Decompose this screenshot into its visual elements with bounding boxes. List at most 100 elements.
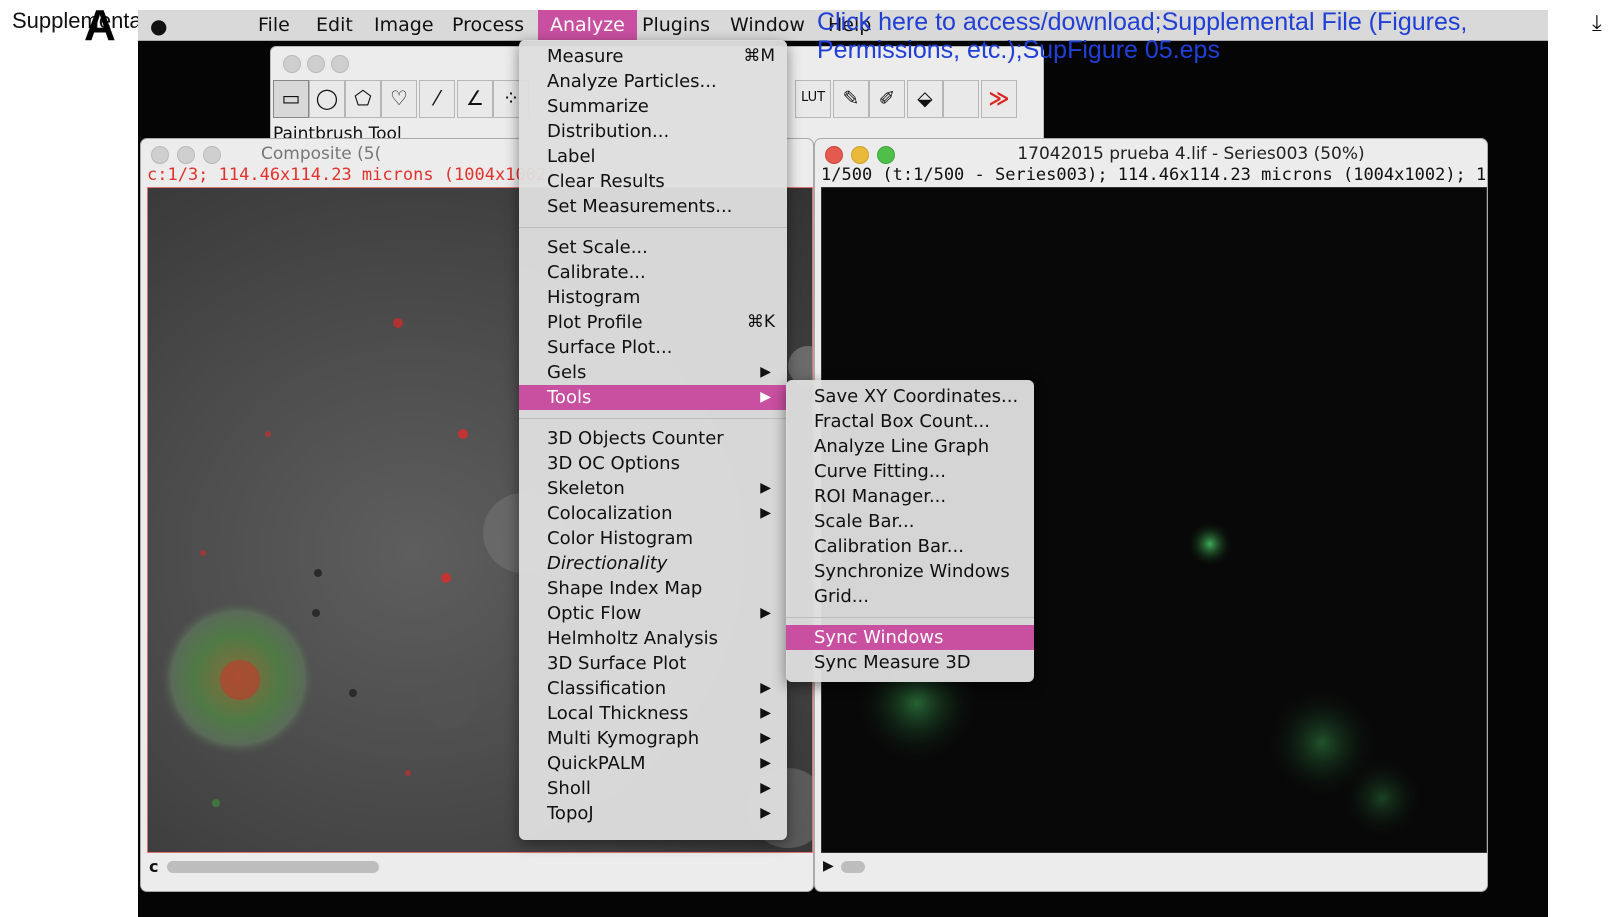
menu-window[interactable]: Window — [730, 14, 805, 36]
tools-item-label: Save XY Coordinates... — [814, 386, 1019, 407]
analyze-item-label[interactable]: Label — [519, 144, 787, 169]
tools-item-calibration-bar[interactable]: Calibration Bar... — [786, 534, 1034, 559]
analyze-item-label: Clear Results — [547, 171, 665, 192]
analyze-item-plot-profile[interactable]: Plot Profile ⌘K — [519, 310, 787, 335]
analyze-item-label: Colocalization — [547, 503, 673, 524]
tools-item-save-xy-coordinates[interactable]: Save XY Coordinates... — [786, 384, 1034, 409]
analyze-item-clear-results[interactable]: Clear Results — [519, 169, 787, 194]
frame-scrollbar[interactable] — [841, 861, 865, 873]
analyze-item-label: Label — [547, 146, 596, 167]
menu-process[interactable]: Process — [452, 14, 524, 36]
menu-image[interactable]: Image — [374, 14, 434, 36]
close-button[interactable] — [283, 55, 301, 73]
polygon-tool-icon[interactable]: ⬠ — [345, 80, 381, 118]
angle-tool-icon[interactable]: ∠ — [457, 80, 493, 118]
analyze-item-gels[interactable]: Gels ▶ — [519, 360, 787, 385]
analyze-item-label: 3D Objects Counter — [547, 428, 724, 449]
apple-icon[interactable]: ● — [150, 14, 167, 38]
imagej-screenshot: ● File Edit Image Process Analyze Plugin… — [138, 10, 1548, 917]
analyze-item-shape-index-map[interactable]: Shape Index Map — [519, 576, 787, 601]
analyze-item-helmholtz-analysis[interactable]: Helmholtz Analysis — [519, 626, 787, 651]
analyze-item-analyze-particles[interactable]: Analyze Particles... — [519, 69, 787, 94]
analyze-item-topoj[interactable]: TopoJ ▶ — [519, 801, 787, 826]
play-icon[interactable]: ▶ — [823, 857, 834, 874]
analyze-item-3d-surface-plot[interactable]: 3D Surface Plot — [519, 651, 787, 676]
analyze-item-color-histogram[interactable]: Color Histogram — [519, 526, 787, 551]
tools-item-roi-manager[interactable]: ROI Manager... — [786, 484, 1034, 509]
menu-plugins[interactable]: Plugins — [642, 14, 710, 36]
tools-item-synchronize-windows[interactable]: Synchronize Windows — [786, 559, 1034, 584]
analyze-item-set-measurements[interactable]: Set Measurements... — [519, 194, 787, 219]
analyze-item-label: Skeleton — [547, 478, 625, 499]
tools-item-fractal-box-count[interactable]: Fractal Box Count... — [786, 409, 1034, 434]
download-link[interactable]: Click here to access/download;Supplement… — [817, 8, 1537, 64]
menu-separator — [786, 617, 1034, 618]
analyze-item-calibrate[interactable]: Calibrate... — [519, 260, 787, 285]
analyze-item-label: Set Measurements... — [547, 196, 733, 217]
analyze-item-local-thickness[interactable]: Local Thickness ▶ — [519, 701, 787, 726]
analyze-item-tools[interactable]: Tools ▶ — [519, 385, 787, 410]
minimize-button[interactable] — [307, 55, 325, 73]
oval-tool-icon[interactable]: ◯ — [309, 80, 345, 118]
more-tools-button[interactable]: ≫ — [981, 80, 1017, 118]
analyze-item-surface-plot[interactable]: Surface Plot... — [519, 335, 787, 360]
paintbrush-tool-icon[interactable]: ✐ — [869, 80, 905, 118]
panel-letter: A — [84, 1, 116, 50]
flood-fill-tool-icon[interactable]: ⬙ — [907, 80, 943, 118]
analyze-item-quickpalm[interactable]: QuickPALM ▶ — [519, 751, 787, 776]
tools-item-grid[interactable]: Grid... — [786, 584, 1034, 609]
empty-tool-slot[interactable] — [943, 80, 979, 118]
zoom-button[interactable] — [331, 55, 349, 73]
window-close-button[interactable] — [151, 146, 169, 164]
lut-tool[interactable]: LUT — [795, 80, 831, 118]
analyze-item-histogram[interactable]: Histogram — [519, 285, 787, 310]
rectangle-tool-icon[interactable]: ▭ — [273, 80, 309, 118]
tools-item-label: Grid... — [814, 586, 869, 607]
submenu-arrow-icon: ▶ — [760, 364, 771, 380]
analyze-item-3d-objects-counter[interactable]: 3D Objects Counter — [519, 426, 787, 451]
analyze-item-label: Classification — [547, 678, 667, 699]
analyze-item-summarize[interactable]: Summarize — [519, 94, 787, 119]
pencil-tool-icon[interactable]: ✎ — [833, 80, 869, 118]
analyze-item-skeleton[interactable]: Skeleton ▶ — [519, 476, 787, 501]
analyze-item-colocalization[interactable]: Colocalization ▶ — [519, 501, 787, 526]
analyze-item-label: Helmholtz Analysis — [547, 628, 718, 649]
shortcut-label: ⌘K — [746, 312, 775, 332]
tools-submenu: Save XY Coordinates... Fractal Box Count.… — [786, 380, 1034, 682]
channel-scrollbar[interactable] — [167, 861, 379, 873]
tools-item-analyze-line-graph[interactable]: Analyze Line Graph — [786, 434, 1034, 459]
analyze-item-label: TopoJ — [547, 803, 594, 824]
analyze-item-label: Analyze Particles... — [547, 71, 717, 92]
window-minimize-button[interactable] — [177, 146, 195, 164]
analyze-item-measure[interactable]: Measure ⌘M — [519, 44, 787, 69]
menu-analyze[interactable]: Analyze — [538, 10, 637, 40]
submenu-arrow-icon: ▶ — [760, 805, 771, 821]
submenu-arrow-icon: ▶ — [760, 480, 771, 496]
analyze-item-classification[interactable]: Classification ▶ — [519, 676, 787, 701]
tools-item-scale-bar[interactable]: Scale Bar... — [786, 509, 1034, 534]
menu-file[interactable]: File — [258, 14, 290, 36]
analyze-item-label: Distribution... — [547, 121, 670, 142]
tools-item-label: Sync Measure 3D — [814, 652, 971, 673]
window-zoom-button[interactable] — [203, 146, 221, 164]
analyze-item-distribution[interactable]: Distribution... — [519, 119, 787, 144]
analyze-item-set-scale[interactable]: Set Scale... — [519, 235, 787, 260]
tools-item-curve-fitting[interactable]: Curve Fitting... — [786, 459, 1034, 484]
freehand-tool-icon[interactable]: ♡ — [381, 80, 417, 118]
line-tool-icon[interactable]: ⁄ — [419, 80, 455, 118]
analyze-item-3d-oc-options[interactable]: 3D OC Options — [519, 451, 787, 476]
tools-item-label: Fractal Box Count... — [814, 411, 990, 432]
analyze-item-label: Local Thickness — [547, 703, 689, 724]
menu-edit[interactable]: Edit — [316, 14, 353, 36]
analyze-item-label: Multi Kymograph — [547, 728, 700, 749]
analyze-item-optic-flow[interactable]: Optic Flow ▶ — [519, 601, 787, 626]
tools-item-sync-windows[interactable]: Sync Windows — [786, 625, 1034, 650]
analyze-item-sholl[interactable]: Sholl ▶ — [519, 776, 787, 801]
tools-item-sync-measure-3d[interactable]: Sync Measure 3D — [786, 650, 1034, 675]
analyze-item-label: Surface Plot... — [547, 337, 673, 358]
analyze-item-directionality[interactable]: Directionality — [519, 551, 787, 576]
submenu-arrow-icon: ▶ — [760, 680, 771, 696]
menu-separator — [519, 227, 787, 228]
analyze-item-multi-kymograph[interactable]: Multi Kymograph ▶ — [519, 726, 787, 751]
download-icon[interactable]: ⤓ — [1592, 10, 1602, 36]
